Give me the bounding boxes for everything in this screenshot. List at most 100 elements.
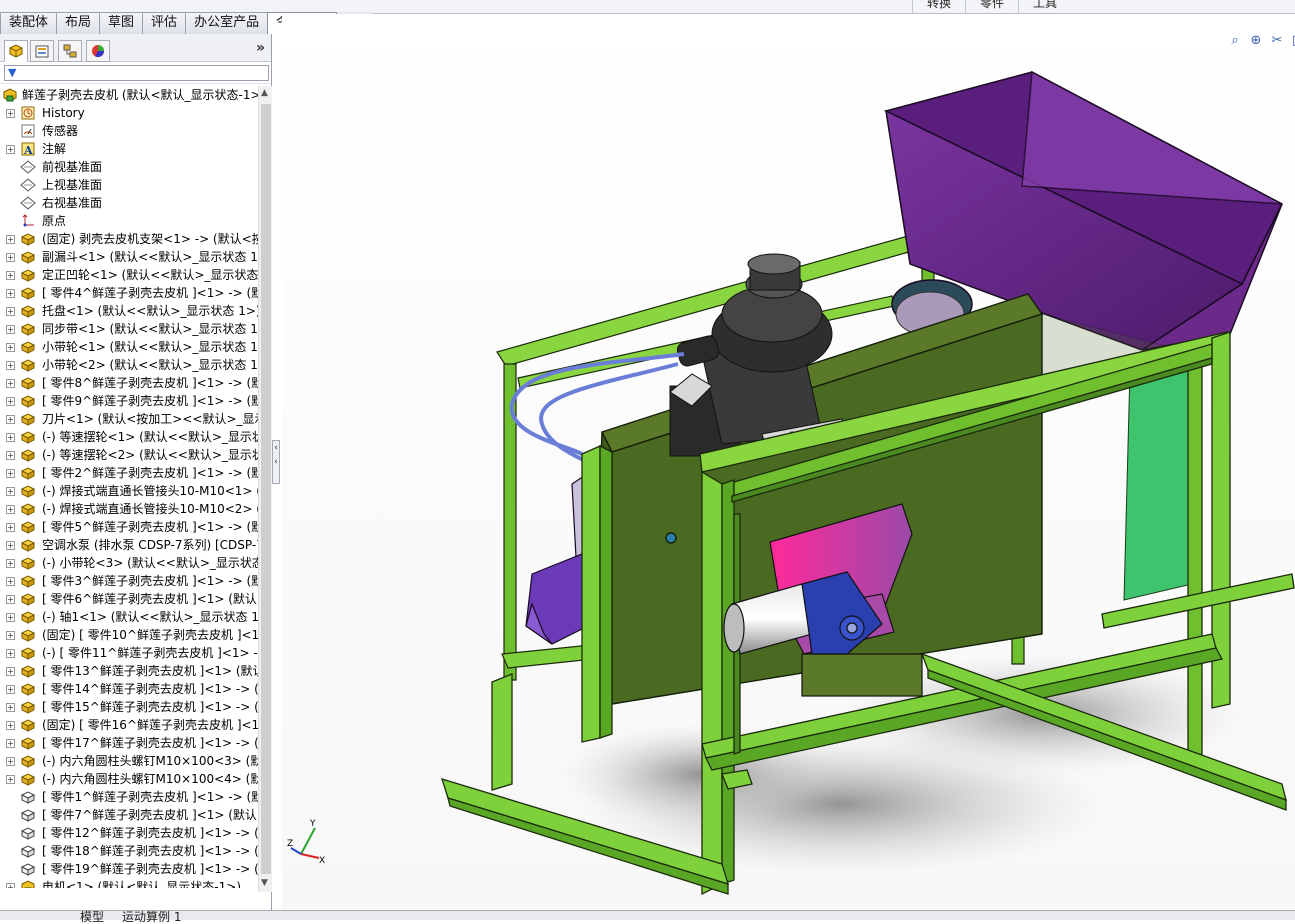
panel-expand-button[interactable]: » xyxy=(256,40,265,56)
tree-item[interactable]: + [ 零件9^鲜莲子剥壳去皮机 ]<1> -> (默认) xyxy=(0,392,258,410)
expand-toggle[interactable]: + xyxy=(6,577,15,586)
tree-item[interactable]: + [ 零件4^鲜莲子剥壳去皮机 ]<1> -> (默认) xyxy=(0,284,258,302)
tree-item[interactable]: + [ 零件8^鲜莲子剥壳去皮机 ]<1> -> (默认) xyxy=(0,374,258,392)
tree-item[interactable]: + 同步带<1> (默认<<默认>_显示状态 1>) xyxy=(0,320,258,338)
tab-motion-study[interactable]: 运动算例 1 xyxy=(122,911,181,923)
expand-toggle[interactable]: + xyxy=(6,667,15,676)
tree-item[interactable]: + (固定) [ 零件10^鲜莲子剥壳去皮机 ]<1> -> (默认) xyxy=(0,626,258,644)
expand-toggle[interactable]: + xyxy=(6,415,15,424)
expand-toggle[interactable]: + xyxy=(6,487,15,496)
scroll-thumb[interactable] xyxy=(261,104,271,874)
tree-item[interactable]: + [ 零件2^鲜莲子剥壳去皮机 ]<1> -> (默认) xyxy=(0,464,258,482)
tree-item[interactable]: [ 零件1^鲜莲子剥壳去皮机 ]<1> -> (默认) xyxy=(0,788,258,806)
tree-item[interactable]: + (-) 等速摆轮<1> (默认<<默认>_显示状态 1>) xyxy=(0,428,258,446)
tree-item[interactable]: + History xyxy=(0,104,258,122)
expand-toggle[interactable]: + xyxy=(6,397,15,406)
tree-item[interactable]: 传感器 xyxy=(0,122,258,140)
expand-toggle[interactable]: + xyxy=(6,433,15,442)
tree-item[interactable]: + [ 零件17^鲜莲子剥壳去皮机 ]<1> -> (默认) xyxy=(0,734,258,752)
tree-item[interactable]: + 电机<1> (默认<默认_显示状态-1>) xyxy=(0,878,258,888)
expand-toggle[interactable]: + xyxy=(6,721,15,730)
expand-toggle[interactable]: + xyxy=(6,109,15,118)
expand-toggle[interactable]: + xyxy=(6,775,15,784)
tree-item[interactable]: [ 零件12^鲜莲子剥壳去皮机 ]<1> -> (默认) xyxy=(0,824,258,842)
property-manager-tab[interactable] xyxy=(30,40,54,62)
expand-toggle[interactable]: + xyxy=(6,559,15,568)
tree-item[interactable]: + [ 零件15^鲜莲子剥壳去皮机 ]<1> -> (默认) xyxy=(0,698,258,716)
expand-toggle[interactable]: + xyxy=(6,469,15,478)
expand-toggle[interactable]: + xyxy=(6,541,15,550)
tab-sketch[interactable]: 草图 xyxy=(99,12,144,34)
feature-filter-input[interactable]: ▼ xyxy=(4,65,269,81)
tree-item[interactable]: + A 注解 xyxy=(0,140,258,158)
expand-toggle[interactable]: + xyxy=(6,343,15,352)
tree-item[interactable]: + [ 零件5^鲜莲子剥壳去皮机 ]<1> -> (默认) xyxy=(0,518,258,536)
tree-item[interactable]: + 小带轮<2> (默认<<默认>_显示状态 1>) xyxy=(0,356,258,374)
tab-model[interactable]: 模型 xyxy=(80,911,104,923)
expand-toggle[interactable]: + xyxy=(6,271,15,280)
expand-toggle[interactable]: + xyxy=(6,235,15,244)
tree-item[interactable]: + (-) [ 零件11^鲜莲子剥壳去皮机 ]<1> -> (默认) xyxy=(0,644,258,662)
expand-toggle[interactable]: + xyxy=(6,613,15,622)
tree-item[interactable]: 上视基准面 xyxy=(0,176,258,194)
ribbon-tab-convert[interactable]: 转换 xyxy=(912,0,965,14)
display-style-icon[interactable]: ▥ xyxy=(1289,32,1295,50)
tree-item[interactable]: 鲜莲子剥壳去皮机 (默认<默认_显示状态-1>) xyxy=(0,86,258,104)
ribbon-tab-part[interactable]: 零件 xyxy=(965,0,1018,14)
tree-item[interactable]: + 副漏斗<1> (默认<<默认>_显示状态 1>) xyxy=(0,248,258,266)
tree-item[interactable]: + (-) 轴1<1> (默认<<默认>_显示状态 1>) xyxy=(0,608,258,626)
expand-toggle[interactable]: + xyxy=(6,361,15,370)
expand-toggle[interactable]: + xyxy=(6,307,15,316)
expand-toggle[interactable]: + xyxy=(6,685,15,694)
expand-toggle[interactable]: + xyxy=(6,379,15,388)
expand-toggle[interactable]: + xyxy=(6,703,15,712)
tree-item[interactable]: + 刀片<1> (默认<按加工><<默认>_显示状态 1>) xyxy=(0,410,258,428)
tab-assembly[interactable]: 装配体 xyxy=(0,12,58,34)
tab-evaluate[interactable]: 评估 xyxy=(142,12,187,34)
section-view-icon[interactable]: ✂ xyxy=(1268,32,1286,50)
tree-item[interactable]: + (-) 等速摆轮<2> (默认<<默认>_显示状态 1>) xyxy=(0,446,258,464)
expand-toggle[interactable]: + xyxy=(6,505,15,514)
tree-item[interactable]: 原点 xyxy=(0,212,258,230)
feature-tree-tab[interactable] xyxy=(4,40,28,62)
tree-item[interactable]: + 定正凹轮<1> (默认<<默认>_显示状态 1>) xyxy=(0,266,258,284)
expand-toggle[interactable]: + xyxy=(6,451,15,460)
expand-toggle[interactable]: + xyxy=(6,595,15,604)
ribbon-tab-tools[interactable]: 工具 xyxy=(1018,0,1071,14)
scroll-up-arrow-icon[interactable]: ▲ xyxy=(261,88,268,98)
tree-item[interactable]: + 托盘<1> (默认<<默认>_显示状态 1>) xyxy=(0,302,258,320)
tree-item[interactable]: + 小带轮<1> (默认<<默认>_显示状态 1>) xyxy=(0,338,258,356)
expand-toggle[interactable]: + xyxy=(6,631,15,640)
tree-item[interactable]: + (-) 小带轮<3> (默认<<默认>_显示状态 1>) xyxy=(0,554,258,572)
tree-item[interactable]: + (-) 焊接式端直通长管接头10-M10<2> (默认) xyxy=(0,500,258,518)
tree-item[interactable]: [ 零件7^鲜莲子剥壳去皮机 ]<1> (默认<<默认>) xyxy=(0,806,258,824)
zoom-area-icon[interactable]: ⊕ xyxy=(1247,32,1265,50)
tree-scrollbar[interactable]: ▲ ▼ xyxy=(258,86,272,892)
configuration-manager-tab[interactable] xyxy=(58,40,82,62)
tree-item[interactable]: + (固定) [ 零件16^鲜莲子剥壳去皮机 ]<1> -> (默认) xyxy=(0,716,258,734)
expand-toggle[interactable]: + xyxy=(6,253,15,262)
expand-toggle[interactable]: + xyxy=(6,523,15,532)
tree-item[interactable]: + (-) 内六角圆柱头螺钉M10×100<4> (默认) xyxy=(0,770,258,788)
tree-item[interactable]: + (-) 内六角圆柱头螺钉M10×100<3> (默认) xyxy=(0,752,258,770)
expand-toggle[interactable]: + xyxy=(6,325,15,334)
tab-layout[interactable]: 布局 xyxy=(56,12,101,34)
expand-toggle[interactable]: + xyxy=(6,757,15,766)
tree-item[interactable]: + [ 零件6^鲜莲子剥壳去皮机 ]<1> (默认<<默认>) xyxy=(0,590,258,608)
panel-collapse-handle[interactable]: ‹ ‹ xyxy=(272,440,280,484)
expand-toggle[interactable]: + xyxy=(6,649,15,658)
expand-toggle[interactable]: + xyxy=(6,883,15,888)
scroll-down-arrow-icon[interactable]: ▼ xyxy=(261,878,268,888)
zoom-fit-icon[interactable]: ⌕ xyxy=(1226,32,1244,50)
tree-item[interactable]: + (固定) 剥壳去皮机支架<1> -> (默认<按加工>) xyxy=(0,230,258,248)
display-manager-tab[interactable] xyxy=(86,40,110,62)
tree-item[interactable]: 前视基准面 xyxy=(0,158,258,176)
tree-item[interactable]: [ 零件19^鲜莲子剥壳去皮机 ]<1> -> (默认) xyxy=(0,860,258,878)
expand-toggle[interactable]: + xyxy=(6,289,15,298)
tree-item[interactable]: + [ 零件13^鲜莲子剥壳去皮机 ]<1> (默认<<默认>) xyxy=(0,662,258,680)
tab-office-products[interactable]: 办公室产品 xyxy=(185,12,269,34)
tree-item[interactable]: + [ 零件3^鲜莲子剥壳去皮机 ]<1> -> (默认) xyxy=(0,572,258,590)
expand-toggle[interactable]: + xyxy=(6,739,15,748)
tree-item[interactable]: + [ 零件14^鲜莲子剥壳去皮机 ]<1> -> (默认) xyxy=(0,680,258,698)
expand-toggle[interactable]: + xyxy=(6,145,15,154)
